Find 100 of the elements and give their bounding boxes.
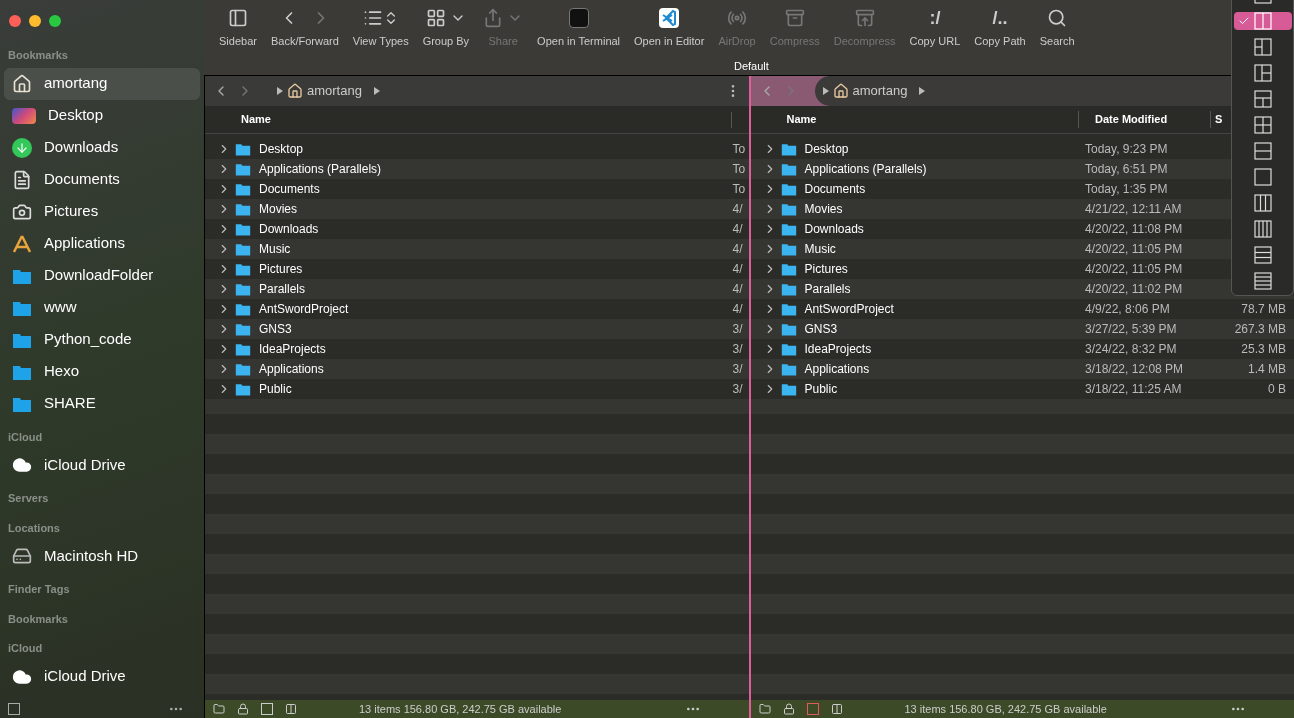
folder-icon <box>235 261 251 277</box>
triangle-icon <box>919 87 926 95</box>
path-segment[interactable]: amortang <box>852 81 908 101</box>
date-cell-text: 4/ <box>732 221 744 238</box>
toolbar-button[interactable]: Search <box>1039 8 1075 50</box>
sidebar-item[interactable]: www <box>4 291 200 324</box>
toolbar-button[interactable]: Back/Forward <box>270 8 339 50</box>
tags-icon[interactable] <box>8 703 20 715</box>
file-name[interactable]: Music <box>259 240 733 258</box>
toolbar-glyph: /.. <box>992 8 1008 28</box>
preview-icon[interactable] <box>806 703 819 715</box>
triangle-icon <box>822 87 829 95</box>
sidebar-item[interactable]: Python_code <box>4 323 200 356</box>
lock-icon[interactable] <box>782 703 795 715</box>
status-text: 13 items 156.80 GB, 242.75 GB available <box>904 701 1107 717</box>
file-name[interactable]: Documents <box>804 180 1085 198</box>
file-name[interactable]: Public <box>804 380 1085 398</box>
size-cell-text: 25.3 MB <box>1240 341 1287 358</box>
layout-icon <box>1253 220 1272 238</box>
date-cell-text: Today, 1:35 PM <box>1085 181 1169 198</box>
file-name[interactable]: Music <box>804 240 1085 258</box>
file-name[interactable]: AntSwordProject <box>804 300 1085 318</box>
file-name[interactable]: Movies <box>804 200 1085 218</box>
layout-option[interactable] <box>1233 12 1292 30</box>
sidebar-item[interactable]: Applications <box>4 227 200 260</box>
section-header: iCloud <box>7 641 44 656</box>
date-cell-text: 4/ <box>732 301 744 318</box>
file-name[interactable]: Documents <box>259 180 733 198</box>
toolbar-button[interactable]: Sidebar <box>219 8 257 50</box>
file-name[interactable]: Downloads <box>804 220 1085 238</box>
sidebar-item[interactable]: Desktop <box>4 99 200 132</box>
folder-icon <box>780 141 797 157</box>
date-cell-text: To <box>732 161 747 178</box>
file-name[interactable]: Parallels <box>804 280 1085 298</box>
path-segment[interactable]: amortang <box>307 81 362 101</box>
date-cell-text: Today, 6:51 PM <box>1085 161 1169 178</box>
sidebar-item[interactable]: Macintosh HD <box>4 540 200 572</box>
sidebar-item[interactable]: iCloud Drive <box>4 449 200 481</box>
toolbar-button[interactable]: /.. Copy Path <box>974 8 1026 50</box>
file-name[interactable]: Parallels <box>259 280 733 298</box>
toolbar-button[interactable]: :/ Copy URL <box>909 8 961 50</box>
size-cell-text: 0 B <box>1267 381 1287 398</box>
date-cell-text: 3/ <box>732 361 744 378</box>
terminal-icon <box>568 8 589 28</box>
date-cell-text: 4/20/22, 11:08 PM <box>1085 221 1184 238</box>
file-name[interactable]: Downloads <box>259 220 733 238</box>
layout-icon <box>1253 194 1272 212</box>
folder-icon <box>235 301 251 317</box>
file-name[interactable]: Desktop <box>804 140 1085 158</box>
lock-icon[interactable] <box>237 703 249 715</box>
file-name[interactable]: IdeaProjects <box>259 340 733 358</box>
file-name[interactable]: Applications (Parallels) <box>259 160 733 178</box>
sidebar-item[interactable]: DownloadFolder <box>4 259 200 292</box>
file-name[interactable]: Pictures <box>804 260 1085 278</box>
file-name[interactable]: GNS3 <box>804 320 1085 338</box>
sidebar-item[interactable]: Pictures <box>4 195 200 228</box>
preview-icon[interactable] <box>261 703 273 715</box>
toolbar-button[interactable]: View Types <box>352 8 409 50</box>
file-name[interactable]: GNS3 <box>259 320 733 338</box>
file-name[interactable]: IdeaProjects <box>804 340 1085 358</box>
file-name[interactable]: Applications <box>804 360 1085 378</box>
toolbar-button[interactable]: Open in Terminal <box>537 8 621 50</box>
size-cell-text: 78.7 MB <box>1240 301 1287 318</box>
sidebar-item[interactable]: amortang <box>4 67 200 100</box>
column-header[interactable]: Name <box>750 111 1078 128</box>
minimize-button[interactable] <box>29 15 41 27</box>
folder-icon <box>235 321 251 337</box>
layout-icon <box>1253 12 1272 30</box>
sidebar-item[interactable]: Downloads <box>4 131 200 164</box>
close-button[interactable] <box>9 15 21 27</box>
sidebar-item[interactable]: Documents <box>4 163 200 196</box>
folder-icon <box>780 361 797 377</box>
file-name[interactable]: Public <box>259 380 733 398</box>
date-cell-text: 4/ <box>732 241 744 258</box>
date-cell-text: 3/18/22, 11:25 AM <box>1085 381 1183 398</box>
editor-icon <box>659 8 680 28</box>
file-name[interactable]: AntSwordProject <box>259 300 733 318</box>
file-name[interactable]: Pictures <box>259 260 733 278</box>
toolbar-button[interactable]: Group By <box>422 8 470 50</box>
file-name[interactable]: Desktop <box>259 140 733 158</box>
sidebar-item[interactable]: SHARE <box>4 387 200 420</box>
file-name[interactable]: Movies <box>259 200 733 218</box>
download-icon <box>12 137 32 158</box>
status-text: 13 items 156.80 GB, 242.75 GB available <box>359 701 562 717</box>
file-name[interactable]: Applications (Parallels) <box>804 160 1085 178</box>
date-cell-text: 3/ <box>732 321 744 338</box>
folder-icon[interactable] <box>213 703 225 715</box>
date-cell-text: 4/9/22, 8:06 PM <box>1085 301 1171 318</box>
sidebar-item[interactable]: Hexo <box>4 355 200 388</box>
layout-icon <box>1253 64 1272 82</box>
folder-icon[interactable] <box>758 703 771 715</box>
column-header[interactable]: Date Modified <box>1078 111 1210 128</box>
toolbar-button[interactable]: Open in Editor <box>634 8 705 50</box>
sidebar-item[interactable]: iCloud Drive <box>4 660 200 693</box>
column-header[interactable]: Name <box>205 111 731 128</box>
file-name[interactable]: Applications <box>259 360 733 378</box>
house-icon <box>287 83 303 99</box>
toolbar-glyph: :/ <box>929 8 941 28</box>
zoom-button[interactable] <box>49 15 61 27</box>
date-cell-text: 3/18/22, 12:08 PM <box>1085 361 1185 378</box>
